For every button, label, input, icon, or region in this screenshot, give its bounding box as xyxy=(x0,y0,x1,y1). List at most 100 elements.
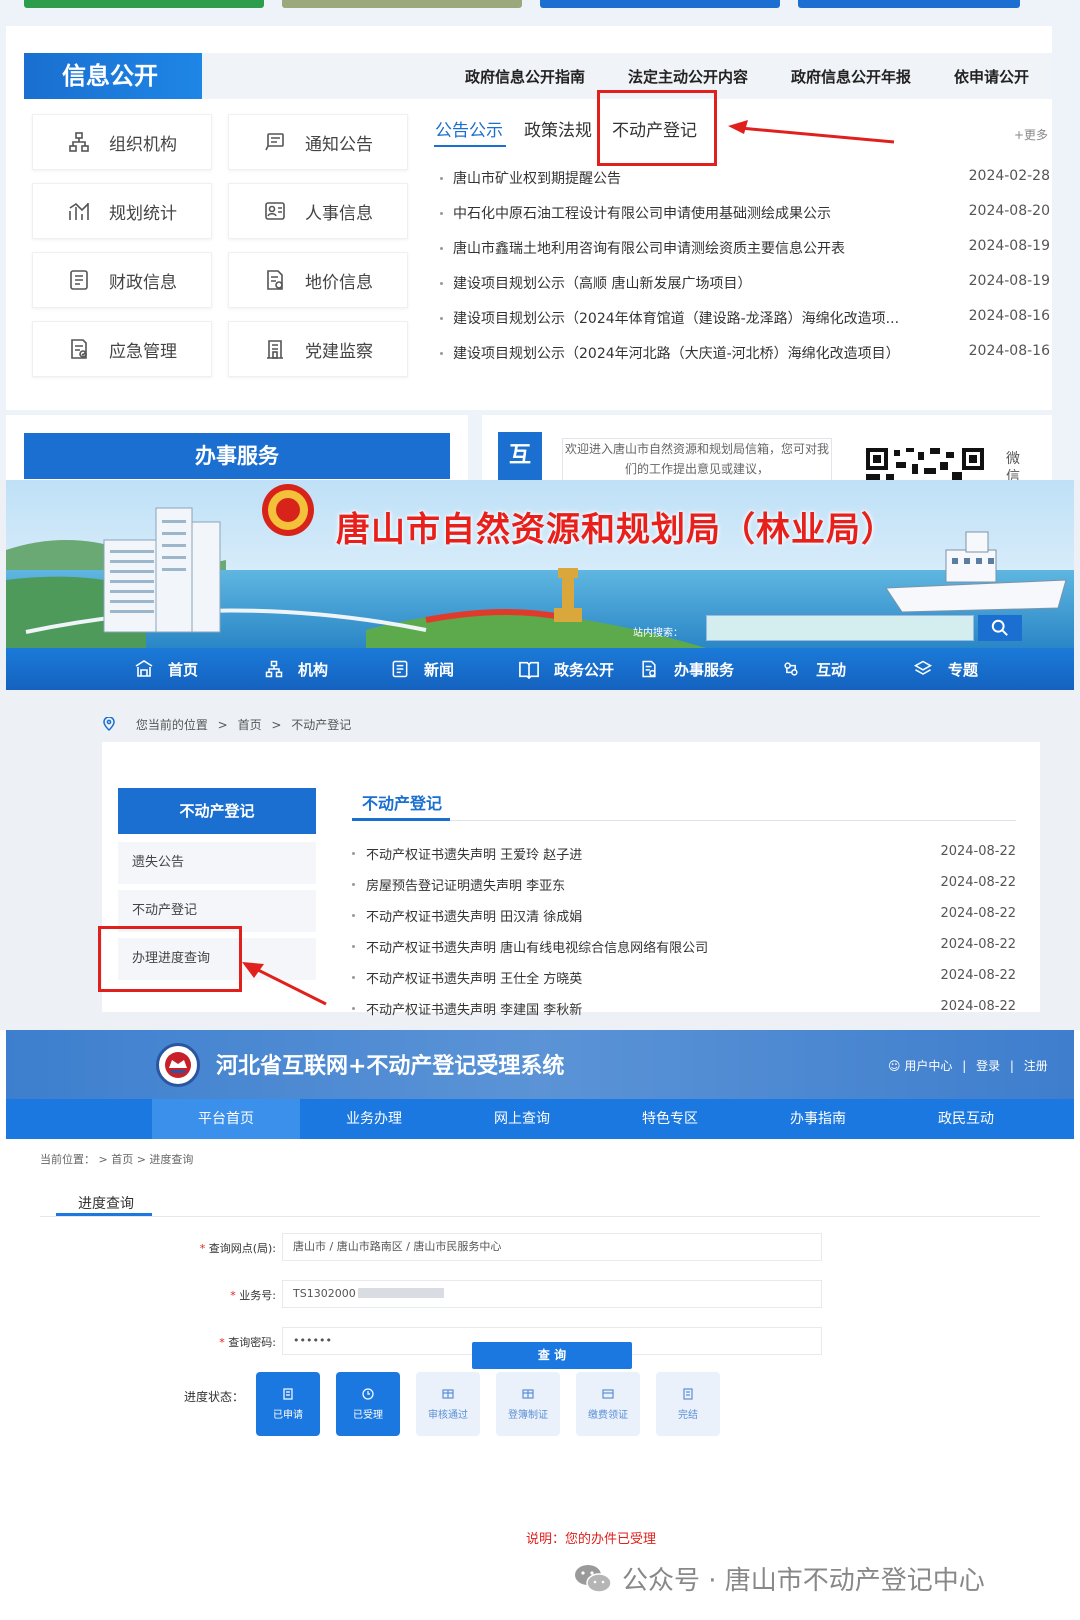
news-row[interactable]: 建设项目规划公示（2024年河北路（大庆道-河北桥）海绵化改造项目） 2024-0… xyxy=(440,343,1050,373)
sidebar-title[interactable]: 不动产登记 xyxy=(118,788,316,834)
party-icon xyxy=(267,340,283,359)
tile-finance[interactable]: 财政信息 xyxy=(32,252,212,308)
tab-progress-query[interactable]: 进度查询 xyxy=(78,1193,134,1213)
list-item[interactable]: 不动产权证书遗失声明 李建国 李秋新 2024-08-22 xyxy=(352,999,1016,1025)
tab-underline xyxy=(56,1213,152,1216)
nav3-interaction[interactable]: 政民互动 xyxy=(892,1099,1040,1139)
location-pin-icon xyxy=(103,716,115,732)
news-row[interactable]: 唐山市鑫瑞土地利用咨询有限公司申请测绘资质主要信息公开表 2024-08-19 xyxy=(440,238,1050,268)
nav-home[interactable]: 首页 xyxy=(134,648,198,690)
site-title: 唐山市自然资源和规划局（林业局） xyxy=(336,510,896,550)
nav3-guide[interactable]: 办事指南 xyxy=(744,1099,892,1139)
status-note: 说明：您的办件已受理 xyxy=(526,1532,657,1547)
breadcrumb-sep: > xyxy=(271,718,282,732)
status-accepted: 已受理 xyxy=(336,1372,400,1436)
status-text: 登簿制证 xyxy=(508,1409,548,1421)
search-button[interactable] xyxy=(978,615,1022,641)
service-title[interactable]: 办事服务 xyxy=(24,433,450,479)
tile-label: 党建监察 xyxy=(305,341,373,362)
query-button[interactable]: 查 询 xyxy=(472,1342,632,1369)
business-number-input[interactable]: TS1302000 xyxy=(282,1280,822,1308)
list-item[interactable]: 不动产权证书遗失声明 田汉清 徐成娟 2024-08-22 xyxy=(352,906,1016,932)
news-title: 唐山市矿业权到期提醒公告 xyxy=(453,171,621,187)
search-input[interactable] xyxy=(706,615,974,641)
link-request-disclosure[interactable]: 依申请公开 xyxy=(954,66,1029,87)
nav-label: 机构 xyxy=(298,660,329,679)
nav3-featured[interactable]: 特色专区 xyxy=(596,1099,744,1139)
tile-land-price[interactable]: 地价信息 xyxy=(228,252,408,308)
status-text: 已受理 xyxy=(353,1409,383,1421)
nav-gov-affairs[interactable]: 政务公开 xyxy=(518,648,614,690)
tile-personnel[interactable]: 人事信息 xyxy=(228,183,408,239)
nav-organization[interactable]: 机构 xyxy=(264,648,328,690)
field-label-branch: * 查询网点(局): xyxy=(199,1242,276,1255)
link-annual-report[interactable]: 政府信息公开年报 xyxy=(791,66,911,87)
news-row[interactable]: 建设项目规划公示（高顺 唐山新发展广场项目） 2024-08-19 xyxy=(440,273,1050,303)
status-payment: 缴费领证 xyxy=(576,1372,640,1436)
status-text: 缴费领证 xyxy=(588,1409,628,1421)
nav-interaction[interactable]: 互动 xyxy=(780,648,846,690)
register-link[interactable]: 注册 xyxy=(1024,1059,1048,1073)
news-title: 中石化中原石油工程设计有限公司申请使用基础测绘成果公示 xyxy=(453,206,831,222)
nav-label: 专题 xyxy=(948,660,979,679)
tile-label: 组织机构 xyxy=(109,134,177,155)
status-text: 审核通过 xyxy=(428,1409,468,1421)
link-statutory-content[interactable]: 法定主动公开内容 xyxy=(628,66,748,87)
list-item[interactable]: 不动产权证书遗失声明 唐山有线电视综合信息网络有限公司 2024-08-22 xyxy=(352,937,1016,963)
search-icon xyxy=(991,619,1008,636)
search-label: 站内搜索： xyxy=(633,628,683,639)
list-item[interactable]: 不动产权证书遗失声明 王仕全 方晓英 2024-08-22 xyxy=(352,968,1016,994)
news-title: 建设项目规划公示（高顺 唐山新发展广场项目） xyxy=(453,276,752,292)
red-arrow-icon xyxy=(242,962,327,1006)
more-link[interactable]: +更多 xyxy=(1014,126,1048,143)
home-icon xyxy=(135,660,153,677)
nav-label: 新闻 xyxy=(424,660,455,679)
nav3-online-query[interactable]: 网上查询 xyxy=(448,1099,596,1139)
tile-label: 人事信息 xyxy=(305,203,373,224)
news-row[interactable]: 建设项目规划公示（2024年体育馆道（建设路-龙泽路）海绵化改造项... 2024… xyxy=(440,308,1050,338)
news-title: 建设项目规划公示（2024年河北路（大庆道-河北桥）海绵化改造项目） xyxy=(453,346,900,362)
review-icon xyxy=(442,1388,454,1399)
list-item[interactable]: 房屋预告登记证明遗失声明 李亚东 2024-08-22 xyxy=(352,875,1016,901)
list-item[interactable]: 不动产权证书遗失声明 王爱玲 赵子进 2024-08-22 xyxy=(352,844,1016,870)
tab-policies[interactable]: 政策法规 xyxy=(524,116,592,141)
news-row[interactable]: 中石化中原石油工程设计有限公司申请使用基础测绘成果公示 2024-08-20 xyxy=(440,203,1050,233)
tile-org[interactable]: 组织机构 xyxy=(32,114,212,170)
list-date: 2024-08-22 xyxy=(940,875,1016,890)
tile-label: 地价信息 xyxy=(305,272,373,293)
list-title: 不动产权证书遗失声明 王爱玲 赵子进 xyxy=(366,848,583,863)
nav-label: 互动 xyxy=(816,660,847,679)
qr-code-icon xyxy=(866,448,984,480)
news-title: 唐山市鑫瑞土地利用咨询有限公司申请测绘资质主要信息公开表 xyxy=(453,241,845,257)
nav3-business[interactable]: 业务办理 xyxy=(300,1099,448,1139)
login-link[interactable]: 登录 xyxy=(976,1059,1000,1073)
list-title: 不动产权证书遗失声明 唐山有线电视综合信息网络有限公司 xyxy=(366,941,709,956)
branch-select[interactable]: 唐山市 / 唐山市路南区 / 唐山市民服务中心 xyxy=(282,1233,822,1261)
news-row[interactable]: 唐山市矿业权到期提醒公告 2024-02-28 xyxy=(440,168,1050,198)
nav-news[interactable]: 新闻 xyxy=(390,648,454,690)
tab-announcements[interactable]: 公告公示 xyxy=(435,116,503,141)
news-date: 2024-02-28 xyxy=(968,168,1050,184)
org-icon xyxy=(265,660,283,678)
tile-planning-stats[interactable]: 规划统计 xyxy=(32,183,212,239)
section-underline xyxy=(352,818,450,821)
user-center-link[interactable]: 用户中心 xyxy=(904,1059,952,1073)
link-disclosure-guide[interactable]: 政府信息公开指南 xyxy=(465,66,585,87)
nav3-home[interactable]: 平台首页 xyxy=(152,1099,300,1139)
sidebar-item-lost-notice[interactable]: 遗失公告 xyxy=(118,842,316,884)
nav-topics[interactable]: 专题 xyxy=(912,648,978,690)
interact-label[interactable]: 互 xyxy=(498,432,542,480)
news-title: 建设项目规划公示（2024年体育馆道（建设路-龙泽路）海绵化改造项... xyxy=(453,311,900,327)
user-links: ☺ 用户中心 | 登录 | 注册 xyxy=(888,1059,1048,1073)
tile-notice[interactable]: 通知公告 xyxy=(228,114,408,170)
nav-services[interactable]: 办事服务 xyxy=(638,648,734,690)
system-breadcrumb: 当前位置： > 首页 > 进度查询 xyxy=(40,1153,194,1166)
section-title: 不动产登记 xyxy=(362,794,443,813)
layers-icon xyxy=(913,660,933,675)
tile-party[interactable]: 党建监察 xyxy=(228,321,408,377)
breadcrumb-current: 不动产登记 xyxy=(291,718,352,732)
list-date: 2024-08-22 xyxy=(940,999,1016,1014)
breadcrumb-home[interactable]: 首页 xyxy=(238,718,262,732)
field-label-password: * 查询密码: xyxy=(219,1336,276,1349)
tile-emergency[interactable]: 应急管理 xyxy=(32,321,212,377)
